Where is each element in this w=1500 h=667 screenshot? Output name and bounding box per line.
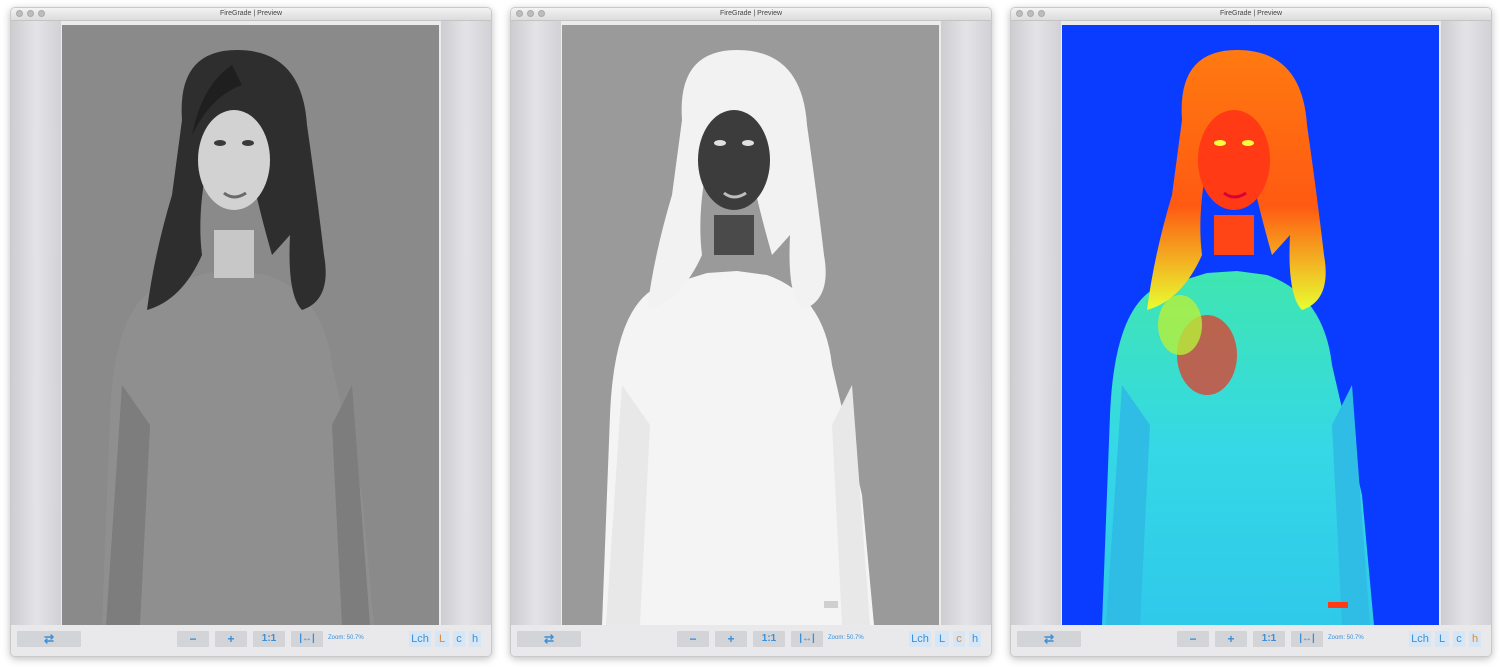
zoom-out-button[interactable]: − bbox=[677, 631, 709, 647]
window-title: FireGrade | Preview bbox=[719, 10, 783, 17]
zoom-level-label: Zoom: 50.7% bbox=[328, 635, 364, 641]
zoom-in-button[interactable]: + bbox=[715, 631, 747, 647]
actual-size-button[interactable]: 1:1 bbox=[753, 631, 785, 647]
fit-to-window-button[interactable]: |↔| bbox=[291, 631, 323, 647]
window-title: FireGrade | Preview bbox=[1219, 10, 1283, 17]
channel-h-button[interactable]: h bbox=[969, 631, 981, 647]
channel-c-button[interactable]: c bbox=[953, 631, 965, 647]
zoom-level-label: Zoom: 50.7% bbox=[828, 635, 864, 641]
channel-l-button[interactable]: L bbox=[935, 631, 949, 647]
channel-lch-button[interactable]: Lch bbox=[1409, 631, 1431, 647]
channel-l-button[interactable]: L bbox=[435, 631, 449, 647]
titlebar: FireGrade | Preview bbox=[11, 8, 491, 21]
actual-size-button[interactable]: 1:1 bbox=[253, 631, 285, 647]
portrait-inverted bbox=[562, 25, 939, 625]
side-panel-left bbox=[11, 21, 61, 625]
preview-image[interactable] bbox=[1062, 25, 1439, 625]
swap-arrows-icon: ⇄ bbox=[43, 632, 55, 646]
channel-c-button[interactable]: c bbox=[453, 631, 465, 647]
swap-arrows-icon: ⇄ bbox=[1043, 632, 1055, 646]
fit-to-window-button[interactable]: |↔| bbox=[1291, 631, 1323, 647]
preview-window-2: FireGrade | Preview ⇄ − + 1:1 |↔| Zoom: … bbox=[510, 7, 992, 657]
fit-to-window-button[interactable]: |↔| bbox=[791, 631, 823, 647]
side-panel-right bbox=[941, 21, 991, 625]
portrait-grayscale bbox=[62, 25, 439, 625]
portrait-false-color bbox=[1062, 25, 1439, 625]
window-title: FireGrade | Preview bbox=[219, 10, 283, 17]
actual-size-button[interactable]: 1:1 bbox=[1253, 631, 1285, 647]
channel-lch-button[interactable]: Lch bbox=[409, 631, 431, 647]
zoom-level-label: Zoom: 50.7% bbox=[1328, 635, 1364, 641]
channel-h-button[interactable]: h bbox=[1469, 631, 1481, 647]
channel-h-button[interactable]: h bbox=[469, 631, 481, 647]
channel-l-button[interactable]: L bbox=[1435, 631, 1449, 647]
preview-window-3: FireGrade | Preview ⇄ − + 1:1 |↔| Zoom: … bbox=[1010, 7, 1492, 657]
channel-lch-button[interactable]: Lch bbox=[909, 631, 931, 647]
side-panel-right bbox=[1441, 21, 1491, 625]
titlebar: FireGrade | Preview bbox=[1011, 8, 1491, 21]
side-panel-left bbox=[1011, 21, 1061, 625]
preview-image[interactable] bbox=[562, 25, 939, 625]
zoom-out-button[interactable]: − bbox=[1177, 631, 1209, 647]
toolbar: ⇄ − + 1:1 |↔| Zoom: 50.7% Lch L c h bbox=[11, 625, 491, 656]
zoom-out-button[interactable]: − bbox=[177, 631, 209, 647]
channel-c-button[interactable]: c bbox=[1453, 631, 1465, 647]
toolbar: ⇄ − + 1:1 |↔| Zoom: 50.7% Lch L c h bbox=[511, 625, 991, 656]
swap-arrows-icon: ⇄ bbox=[543, 632, 555, 646]
side-panel-right bbox=[441, 21, 491, 625]
side-panel-left bbox=[511, 21, 561, 625]
zoom-in-button[interactable]: + bbox=[1215, 631, 1247, 647]
toolbar: ⇄ − + 1:1 |↔| Zoom: 50.7% Lch L c h bbox=[1011, 625, 1491, 656]
zoom-in-button[interactable]: + bbox=[215, 631, 247, 647]
preview-image[interactable] bbox=[62, 25, 439, 625]
swap-view-button[interactable]: ⇄ bbox=[1017, 631, 1081, 647]
swap-view-button[interactable]: ⇄ bbox=[17, 631, 81, 647]
swap-view-button[interactable]: ⇄ bbox=[517, 631, 581, 647]
preview-window-1: FireGrade | Preview ⇄ − + 1:1 |↔| Zoom: … bbox=[10, 7, 492, 657]
titlebar: FireGrade | Preview bbox=[511, 8, 991, 21]
